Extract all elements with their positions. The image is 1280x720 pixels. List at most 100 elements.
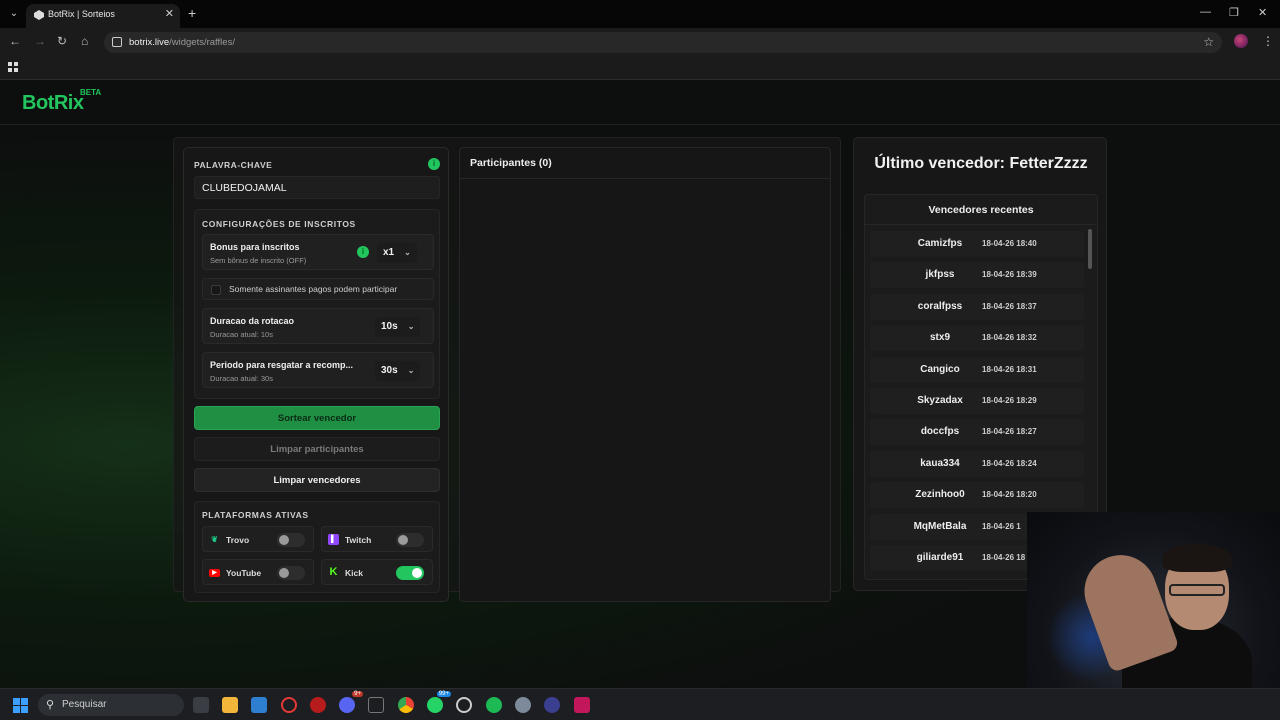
subscriber-config-title: CONFIGURAÇÕES DE INSCRITOS xyxy=(202,219,356,229)
chrome-icon[interactable] xyxy=(398,697,414,713)
close-window-icon[interactable]: ✕ xyxy=(1258,6,1267,19)
winner-time: 18-04-26 18:39 xyxy=(982,270,1037,280)
trovo-toggle[interactable] xyxy=(277,533,305,547)
active-platforms: PLATAFORMAS ATIVAS ❦ Trovo ▌ Twitch ▶ Yo… xyxy=(194,501,440,593)
paid-only-label: Somente assinantes pagos podem participa… xyxy=(229,284,398,294)
kick-icon: K xyxy=(329,566,338,578)
settings-gear-icon[interactable] xyxy=(515,697,531,713)
chevron-down-icon: ⌄ xyxy=(404,248,411,257)
whatsapp-icon[interactable]: 99+ xyxy=(427,691,451,713)
webcam-overlay xyxy=(1027,512,1280,688)
clear-winners-button[interactable]: Limpar vencedores xyxy=(194,468,440,492)
file-explorer-icon[interactable] xyxy=(222,697,238,713)
winner-row: kaua334 18-04-26 18:24 xyxy=(870,450,1084,477)
platform-trovo: ❦ Trovo xyxy=(202,526,314,552)
task-view-icon[interactable] xyxy=(193,697,209,713)
back-icon[interactable]: ← xyxy=(9,34,21,48)
winner-time: 18-04-26 18:20 xyxy=(982,490,1037,500)
active-platforms-title: PLATAFORMAS ATIVAS xyxy=(202,510,309,520)
participants-header: Participantes (0) xyxy=(460,148,830,179)
rotation-row: Duracao da rotacao Duracao atual: 10s 10… xyxy=(202,308,434,344)
platform-name: YouTube xyxy=(226,568,262,578)
last-winner-title: Último vencedor: FetterZzzz xyxy=(874,155,1088,172)
botrix-favicon-icon xyxy=(34,10,44,20)
reload-icon[interactable]: ↻ xyxy=(57,34,67,48)
paid-only-checkbox[interactable] xyxy=(211,285,221,295)
subscriber-config: CONFIGURAÇÕES DE INSCRITOS Bonus para in… xyxy=(194,209,440,399)
recent-winners-title: Vencedores recentes xyxy=(865,195,1097,225)
site-header: BotRix BETA xyxy=(0,80,1280,125)
browser-tab[interactable]: BotRix | Sorteios ✕ xyxy=(26,4,180,28)
spotify-icon[interactable] xyxy=(486,697,502,713)
app-blue-icon[interactable] xyxy=(544,697,560,713)
youtube-toggle[interactable] xyxy=(277,566,305,580)
settings-column: PALAVRA-CHAVE i CONFIGURAÇÕES DE INSCRIT… xyxy=(183,147,449,602)
xbox-icon[interactable] xyxy=(368,697,384,713)
app-pink-icon[interactable] xyxy=(574,697,590,713)
windows-taskbar: ⚲ Pesquisar 9+ 99+ xyxy=(0,688,1280,720)
winner-time: 18-04-26 18:27 xyxy=(982,427,1037,437)
claim-select[interactable]: 30s ⌄ xyxy=(375,361,421,381)
store-icon[interactable] xyxy=(251,697,267,713)
tab-title: BotRix | Sorteios xyxy=(48,9,115,19)
chevron-down-icon: ⌄ xyxy=(407,366,415,375)
platform-kick: K Kick xyxy=(321,559,433,585)
clear-participants-button[interactable]: Limpar participantes xyxy=(194,437,440,461)
trovo-icon: ❦ xyxy=(211,535,218,544)
platform-name: Kick xyxy=(345,568,363,578)
platform-twitch: ▌ Twitch xyxy=(321,526,433,552)
menu-kebab-icon[interactable]: ⋮ xyxy=(1262,34,1274,48)
twitch-toggle[interactable] xyxy=(396,533,424,547)
discord-icon[interactable]: 9+ xyxy=(339,691,363,713)
botrix-logo[interactable]: BotRix xyxy=(22,92,84,115)
rotation-select[interactable]: 10s ⌄ xyxy=(375,317,421,337)
browser-toolbar: ← → ↻ ⌂ botrix.live/widgets/raffles/ ☆ xyxy=(0,28,1280,56)
close-tab-icon[interactable]: ✕ xyxy=(165,7,174,20)
url-text: botrix.live/widgets/raffles/ xyxy=(129,37,235,48)
claim-row: Periodo para resgatar a recomp... Duraca… xyxy=(202,352,434,388)
platform-youtube: ▶ YouTube xyxy=(202,559,314,585)
keyword-input[interactable] xyxy=(194,176,440,199)
taskbar-search[interactable]: ⚲ Pesquisar xyxy=(38,694,184,716)
participants-title: Participantes (0) xyxy=(470,157,552,169)
winner-row: doccfps 18-04-26 18:27 xyxy=(870,419,1084,446)
bookmark-star-icon[interactable]: ☆ xyxy=(1203,35,1214,49)
info-icon[interactable]: i xyxy=(428,158,440,170)
winner-time: 18-04-26 18:31 xyxy=(982,364,1037,374)
minimize-icon[interactable]: — xyxy=(1200,6,1211,18)
scrollbar[interactable] xyxy=(1088,229,1092,269)
person-glasses xyxy=(1169,584,1225,596)
winner-row: stx9 18-04-26 18:32 xyxy=(870,325,1084,352)
search-placeholder: Pesquisar xyxy=(62,699,107,710)
draw-winner-button[interactable]: Sortear vencedor xyxy=(194,406,440,430)
twitch-icon: ▌ xyxy=(328,534,339,545)
winner-time: 18-04-26 18:40 xyxy=(982,239,1037,248)
platform-name: Twitch xyxy=(345,535,372,545)
profile-avatar[interactable] xyxy=(1234,34,1248,48)
forward-icon[interactable]: → xyxy=(34,34,46,48)
tab-search-icon[interactable]: ⌄ xyxy=(6,6,22,22)
address-bar[interactable]: botrix.live/widgets/raffles/ ☆ xyxy=(104,32,1222,53)
apps-grid-icon[interactable] xyxy=(8,62,18,72)
app-red-icon[interactable] xyxy=(310,697,326,713)
bonus-select[interactable]: x1 ⌄ xyxy=(377,243,417,263)
home-icon[interactable]: ⌂ xyxy=(81,34,88,48)
bonus-info-icon[interactable]: i xyxy=(357,246,369,258)
app-circle-icon[interactable] xyxy=(456,697,472,713)
site-info-icon[interactable] xyxy=(112,37,122,47)
winner-row: coralfpss 18-04-26 18:37 xyxy=(870,293,1084,320)
bookmarks-bar xyxy=(0,56,1280,80)
kick-toggle[interactable] xyxy=(396,566,424,580)
windows-start-icon[interactable] xyxy=(13,698,28,713)
bonus-row: Bonus para inscritos Sem bônus de inscri… xyxy=(202,234,434,270)
winner-row: Cangico 18-04-26 18:31 xyxy=(870,356,1084,383)
new-tab-icon[interactable]: + xyxy=(188,5,196,21)
bonus-subtitle: Sem bônus de inscrito (OFF) xyxy=(210,256,307,265)
winner-time: 18-04-26 18:37 xyxy=(982,301,1037,311)
winner-row: jkfpss 18-04-26 18:39 xyxy=(870,262,1084,289)
participants-panel: Participantes (0) xyxy=(459,147,831,602)
opera-icon[interactable] xyxy=(281,697,297,713)
paid-only-row[interactable]: Somente assinantes pagos podem participa… xyxy=(202,278,434,300)
restore-icon[interactable]: ❐ xyxy=(1229,6,1239,19)
rotation-subtitle: Duracao atual: 10s xyxy=(210,330,273,339)
